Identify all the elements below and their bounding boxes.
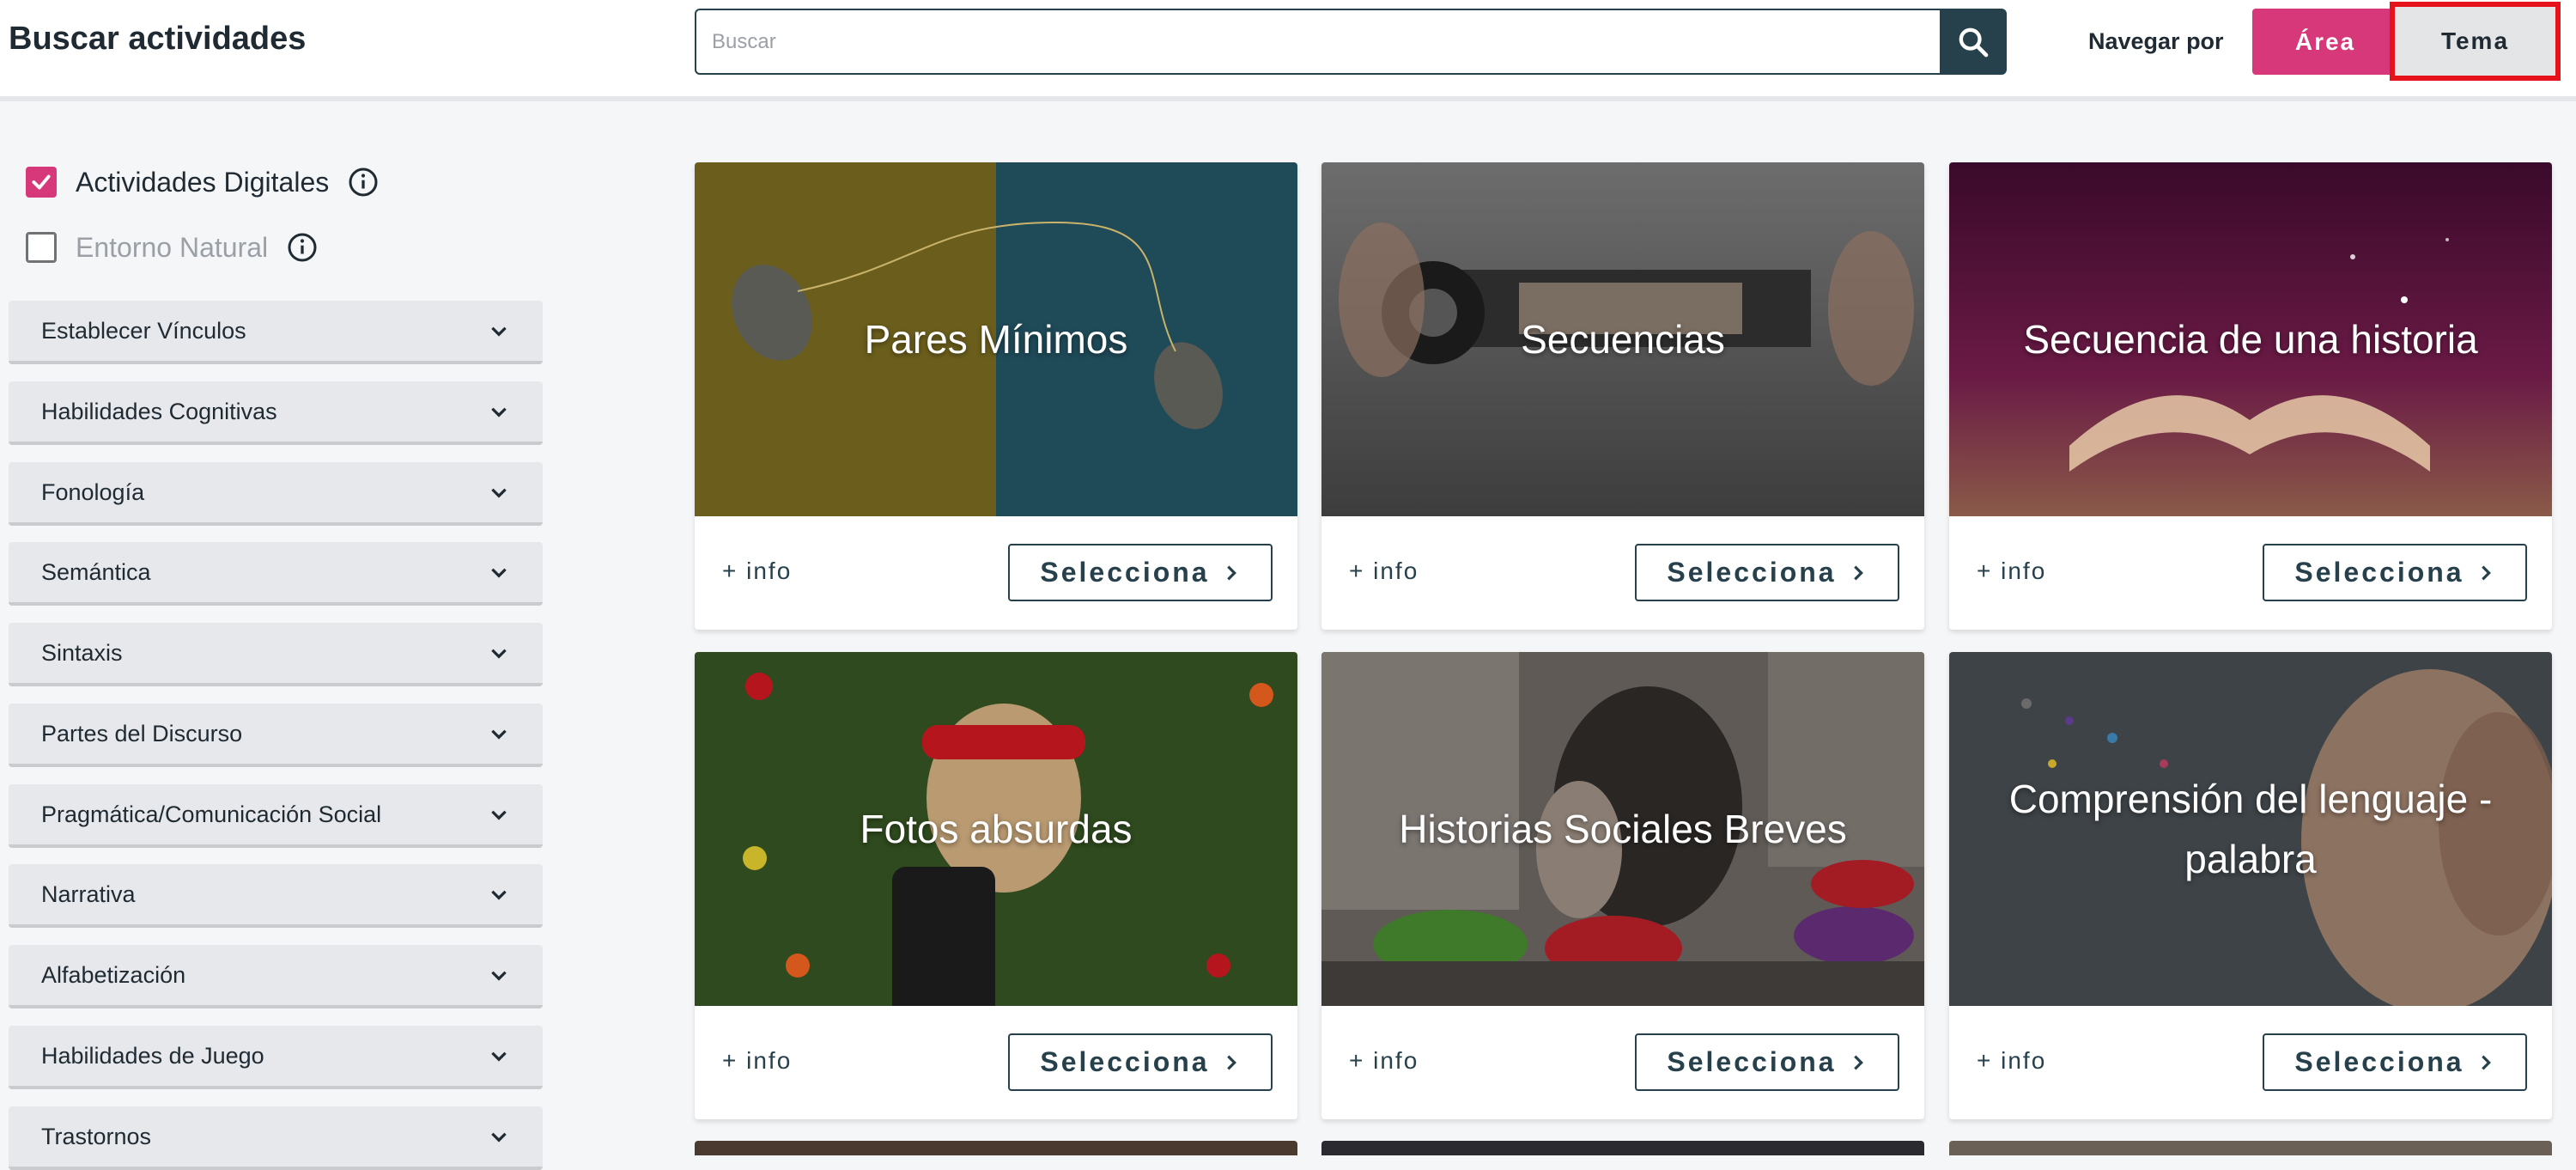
browse-area-button[interactable]: Área — [2252, 9, 2398, 75]
chevron-down-icon — [491, 326, 507, 337]
chevron-down-icon — [491, 1051, 507, 1062]
category-pragmatica[interactable]: Pragmática/Comunicación Social — [9, 784, 543, 848]
select-button-label: Selecciona — [1667, 557, 1837, 588]
chevron-down-icon — [491, 810, 507, 820]
card-title: Historias Sociales Breves — [1399, 807, 1847, 851]
more-info-link[interactable]: + info — [722, 558, 792, 585]
category-habilidades-de-juego[interactable]: Habilidades de Juego — [9, 1026, 543, 1089]
chevron-down-icon — [491, 1132, 507, 1143]
category-label: Narrativa — [41, 881, 136, 907]
activity-card-comprension-lenguaje: Comprensión del lenguaje - palabra + inf… — [1949, 652, 2552, 1119]
chevron-right-icon — [1853, 565, 1863, 580]
page-title: Buscar actividades — [9, 21, 307, 57]
chevron-down-icon — [491, 729, 507, 740]
category-label: Alfabetización — [41, 961, 186, 988]
more-info-link[interactable]: + info — [1977, 558, 2046, 585]
category-fonologia[interactable]: Fonología — [9, 462, 543, 526]
more-info-link[interactable]: + info — [1349, 558, 1419, 585]
select-button-label: Selecciona — [1667, 1046, 1837, 1077]
filter-natural-environment[interactable]: Entorno Natural — [26, 230, 318, 265]
card-title: Secuencia de una historia — [2023, 317, 2478, 362]
chevron-right-icon — [2481, 1055, 2491, 1069]
filter-sidebar: Actividades Digitales Entorno Natural Es… — [0, 101, 550, 1170]
select-button-label: Selecciona — [1040, 1046, 1210, 1077]
select-button[interactable]: Selecciona — [1008, 1033, 1273, 1091]
chevron-right-icon — [1226, 1055, 1236, 1069]
activity-card-historias-sociales: Historias Sociales Breves + info Selecci… — [1321, 652, 1924, 1119]
browse-tema-button[interactable]: Tema — [2390, 2, 2561, 81]
chevron-right-icon — [2481, 565, 2491, 580]
select-button[interactable]: Selecciona — [1635, 544, 1899, 601]
activity-card-secuencia-historia: Secuencia de una historia + info Selecci… — [1949, 162, 2552, 630]
more-info-link[interactable]: + info — [1977, 1047, 2046, 1075]
more-info-link[interactable]: + info — [1349, 1047, 1419, 1075]
select-button[interactable]: Selecciona — [1008, 544, 1273, 601]
more-info-link[interactable]: + info — [722, 1047, 792, 1075]
chevron-down-icon — [491, 488, 507, 498]
select-button[interactable]: Selecciona — [2263, 544, 2527, 601]
category-label: Partes del Discurso — [41, 720, 243, 746]
category-sintaxis[interactable]: Sintaxis — [9, 623, 543, 686]
search-icon — [1959, 27, 1989, 57]
select-button[interactable]: Selecciona — [1635, 1033, 1899, 1091]
card-title: Fotos absurdas — [860, 807, 1133, 851]
chevron-down-icon — [491, 890, 507, 900]
category-narrativa[interactable]: Narrativa — [9, 864, 543, 928]
category-label: Trastornos — [41, 1123, 152, 1149]
category-label: Fonología — [41, 478, 145, 505]
select-button-label: Selecciona — [2294, 1046, 2464, 1077]
category-establecer-vinculos[interactable]: Establecer Vínculos — [9, 301, 543, 364]
category-label: Habilidades Cognitivas — [41, 398, 277, 424]
category-label: Sintaxis — [41, 639, 123, 666]
info-icon[interactable] — [348, 167, 379, 198]
select-button[interactable]: Selecciona — [2263, 1033, 2527, 1091]
chevron-down-icon — [491, 971, 507, 981]
card-title: Pares Mínimos — [864, 317, 1128, 362]
category-label: Pragmática/Comunicación Social — [41, 801, 382, 827]
category-alfabetizacion[interactable]: Alfabetización — [9, 945, 543, 1009]
activity-card-secuencias: Secuencias + info Selecciona — [1321, 162, 1924, 630]
card-peek — [1321, 1141, 1924, 1155]
search-input[interactable] — [695, 9, 1940, 75]
activity-card-pares-minimos: Pares Mínimos + info Selecciona — [695, 162, 1297, 630]
card-peek — [695, 1141, 1297, 1155]
category-habilidades-cognitivas[interactable]: Habilidades Cognitivas — [9, 381, 543, 445]
header: Buscar actividades Navegar por Área Tema — [0, 0, 2576, 101]
activity-card-fotos-absurdas: Fotos absurdas + info Selecciona — [695, 652, 1297, 1119]
checkbox-unchecked[interactable] — [26, 232, 57, 263]
chevron-down-icon — [491, 568, 507, 578]
checkmark-icon — [32, 174, 51, 190]
card-title: Secuencias — [1521, 317, 1725, 362]
category-partes-del-discurso[interactable]: Partes del Discurso — [9, 704, 543, 767]
filter-label: Actividades Digitales — [76, 166, 330, 198]
category-label: Habilidades de Juego — [41, 1042, 264, 1069]
card-peek — [1949, 1141, 2552, 1155]
chevron-right-icon — [1226, 565, 1236, 580]
chevron-down-icon — [491, 649, 507, 659]
select-button-label: Selecciona — [1040, 557, 1210, 588]
checkbox-checked[interactable] — [26, 167, 57, 198]
category-semantica[interactable]: Semántica — [9, 542, 543, 606]
filter-digital-activities[interactable]: Actividades Digitales — [26, 165, 379, 199]
filter-label: Entorno Natural — [76, 231, 269, 263]
chevron-right-icon — [1853, 1055, 1863, 1069]
category-label: Establecer Vínculos — [41, 317, 246, 344]
navigate-by-label: Navegar por — [2088, 28, 2224, 54]
search-button[interactable] — [1940, 9, 2007, 75]
category-trastornos[interactable]: Trastornos — [9, 1106, 543, 1170]
card-title: Comprensión del lenguaje - palabra — [2008, 777, 2493, 881]
category-label: Semántica — [41, 558, 151, 585]
info-icon[interactable] — [287, 232, 318, 263]
select-button-label: Selecciona — [2294, 557, 2464, 588]
chevron-down-icon — [491, 407, 507, 417]
search-bar — [695, 9, 2007, 75]
